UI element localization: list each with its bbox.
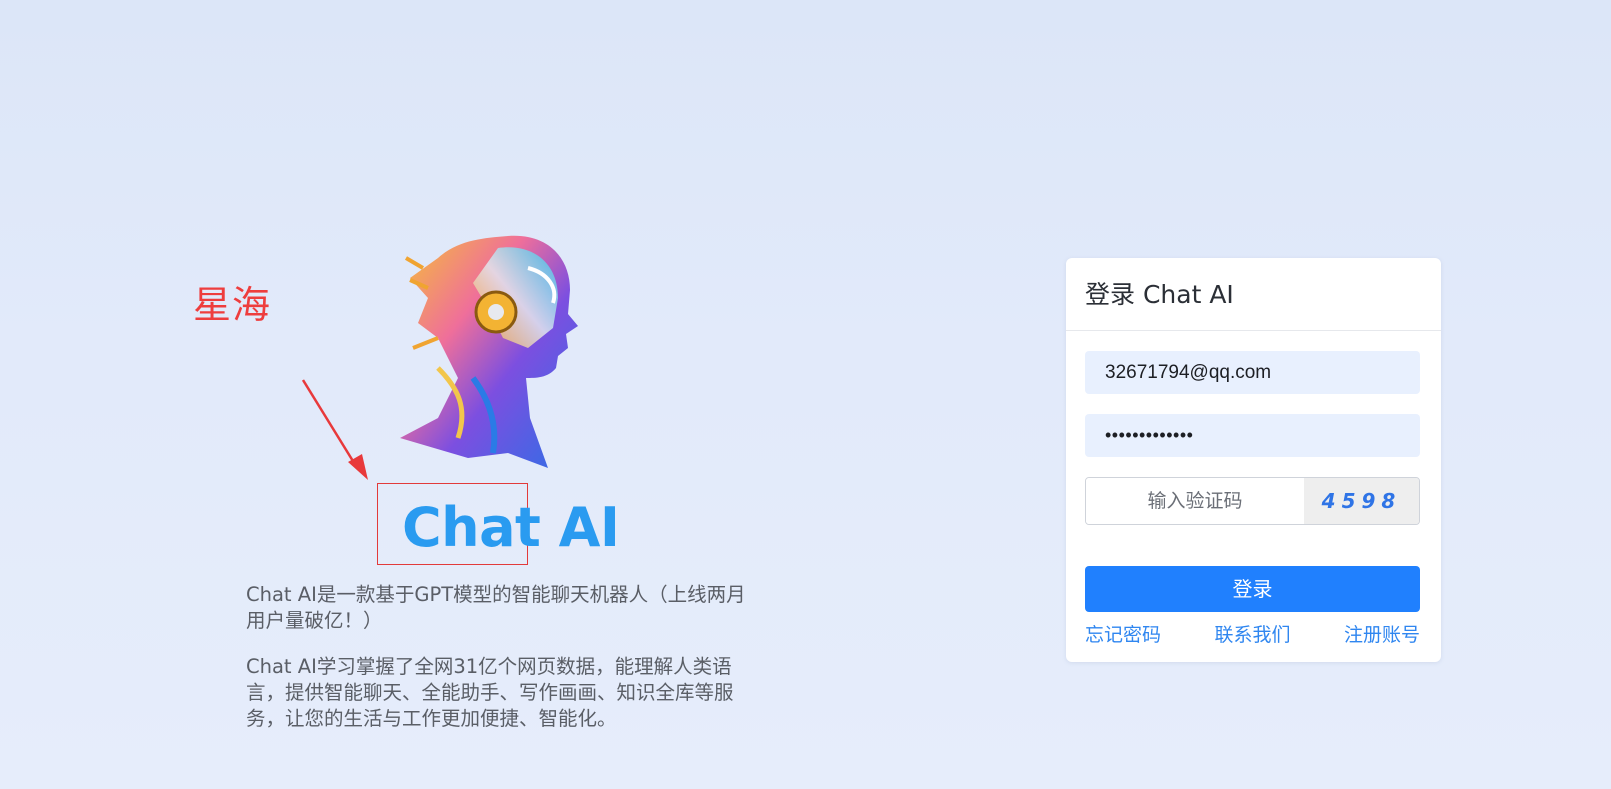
- forgot-password-link[interactable]: 忘记密码: [1085, 620, 1161, 647]
- password-field[interactable]: •••••••••••••: [1085, 414, 1420, 457]
- captcha-row: 4598: [1085, 477, 1420, 525]
- brand-title: Chat AI: [402, 496, 620, 559]
- login-button[interactable]: 登录: [1085, 566, 1420, 612]
- captcha-input[interactable]: [1086, 478, 1304, 524]
- email-field[interactable]: 32671794@qq.com: [1085, 351, 1420, 394]
- description-intro: Chat AI是一款基于GPT模型的智能聊天机器人（上线两月用户量破亿！）: [246, 583, 746, 632]
- captcha-image[interactable]: 4598: [1304, 478, 1419, 524]
- contact-us-link[interactable]: 联系我们: [1214, 620, 1290, 647]
- description-features: Chat AI学习掌握了全网31亿个网页数据，能理解人类语言，提供智能聊天、全能…: [246, 655, 734, 730]
- login-title: 登录 Chat AI: [1066, 258, 1441, 331]
- annotation-label: 星海: [193, 283, 272, 327]
- login-card: 登录 Chat AI 32671794@qq.com •••••••••••••…: [1066, 258, 1441, 662]
- login-links: 忘记密码 联系我们 注册账号: [1085, 620, 1420, 647]
- annotation-arrow-icon: [301, 379, 368, 480]
- robot-head-illustration: [400, 235, 578, 468]
- register-link[interactable]: 注册账号: [1344, 620, 1420, 647]
